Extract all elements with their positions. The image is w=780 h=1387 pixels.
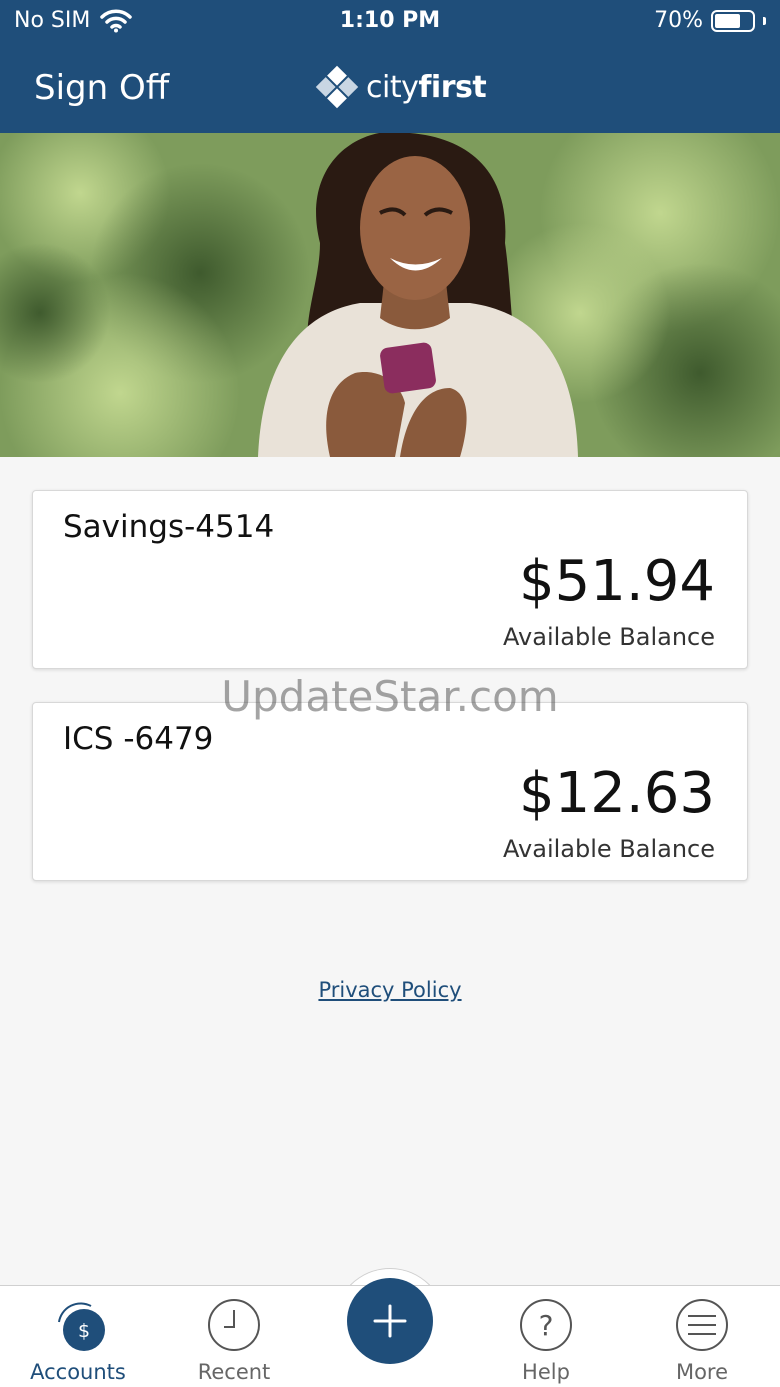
account-card-ics[interactable]: ICS -6479 $12.63 Available Balance [32,702,748,881]
balance-label: Available Balance [503,835,715,863]
privacy-policy-link[interactable]: Privacy Policy [0,978,780,1002]
tab-label: Help [522,1360,570,1384]
tab-help[interactable]: ? Help [468,1286,624,1387]
dollar-icon: $ [58,1302,105,1351]
question-icon: ? [520,1299,572,1351]
svg-text:?: ? [539,1309,554,1342]
add-button[interactable] [347,1278,433,1364]
battery-tip [763,16,766,25]
plus-icon [373,1304,407,1338]
logo-diamond-icon [315,65,359,109]
tab-accounts[interactable]: $ Accounts [0,1286,156,1387]
tab-label: Accounts [30,1360,126,1384]
battery-fill [715,13,741,28]
account-name: Savings-4514 [63,509,275,545]
account-balance: $12.63 [519,761,715,826]
balance-label: Available Balance [503,623,715,651]
sign-off-button[interactable]: Sign Off [34,68,169,108]
hero-photo-illustration [0,133,780,457]
status-bar: No SIM 1:10 PM 70% [0,0,780,44]
battery-percent: 70% [654,8,703,33]
tab-recent[interactable]: Recent [156,1286,312,1387]
account-name: ICS -6479 [63,721,214,757]
tab-label: More [675,1360,729,1384]
battery-info: 70% [654,8,766,33]
logo-text-bold: first [418,69,487,105]
account-card-savings[interactable]: Savings-4514 $51.94 Available Balance [32,490,748,669]
account-balance: $51.94 [519,549,715,614]
tab-more[interactable]: More [624,1286,780,1387]
logo-text-regular: city [366,69,419,105]
clock-icon [208,1299,260,1351]
hero-image [0,133,780,457]
cityfirst-logo: cityfirst [314,64,487,110]
tab-label: Recent [197,1360,271,1384]
svg-text:$: $ [78,1320,90,1342]
menu-icon [676,1299,728,1351]
app-header: Sign Off cityfirst [0,44,780,133]
logo-text: cityfirst [366,69,487,105]
battery-icon [711,9,755,32]
